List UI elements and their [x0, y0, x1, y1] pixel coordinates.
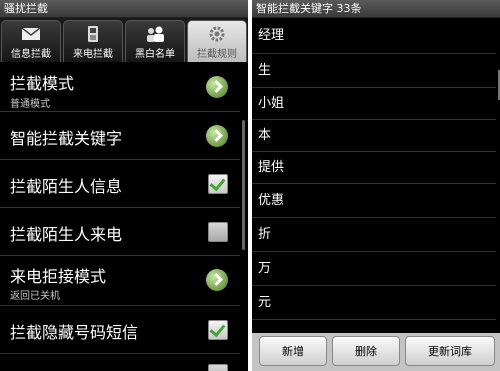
tab-block-rules[interactable]: 拦截规则 [187, 20, 247, 62]
setting-block-mode[interactable]: 拦截模式 普通模式 [0, 62, 240, 112]
tab-call-block[interactable]: 来电拦截 [63, 20, 123, 62]
chevron-right-icon[interactable] [206, 76, 228, 98]
setting-title: 拦截陌生人信息 [10, 177, 123, 196]
setting-title: 智能拦截关键字 [10, 129, 123, 148]
keyword-item[interactable]: 小姐 [252, 88, 496, 120]
keyword-item[interactable]: 本 [252, 120, 496, 152]
tab-message-block[interactable]: 信息拦截 [1, 20, 61, 62]
status-bar: 智能拦截关键字 33条 [252, 0, 500, 18]
update-dictionary-button[interactable]: 更新词库 [405, 336, 495, 366]
setting-title: 拦截陌生人来电 [10, 225, 123, 244]
delete-button[interactable]: 删除 [332, 336, 400, 366]
setting-title: 来电拒接模式 [10, 267, 107, 286]
envelope-icon [21, 27, 41, 40]
chevron-right-icon[interactable] [206, 269, 228, 291]
checkbox-unchecked[interactable] [208, 222, 228, 242]
keyword-item[interactable]: 折 [252, 218, 496, 252]
setting-reject-mode[interactable]: 来电拒接模式 返回已关机 [0, 256, 240, 306]
setting-block-hidden-sms[interactable]: 拦截隐藏号码短信 [0, 306, 240, 354]
keyword-item[interactable]: 优惠 [252, 184, 496, 218]
tab-bar: 信息拦截 来电拦截 黑白名单 拦截规则 [0, 18, 248, 62]
settings-list: 拦截模式 普通模式 智能拦截关键字 拦截陌生人信息 拦截陌生人来电 来电拒接模式… [0, 62, 240, 371]
setting-subtitle: 返回已关机 [10, 291, 60, 302]
phone-icon [88, 26, 98, 42]
tab-label: 来电拦截 [73, 49, 113, 60]
right-screen: 智能拦截关键字 33条 经理 生 小姐 本 提供 优惠 折 万 元 新增 删除 … [252, 0, 500, 371]
setting-block-stranger-call[interactable]: 拦截陌生人来电 [0, 208, 240, 256]
gear-icon [209, 26, 225, 42]
left-screen: 骚扰拦截 信息拦截 来电拦截 黑白名单 拦截规则 拦截模式 普通模式 智能拦截关… [0, 0, 248, 371]
tab-label: 拦截规则 [197, 49, 237, 60]
checkbox-partial [208, 364, 228, 371]
setting-smart-keywords[interactable]: 智能拦截关键字 [0, 112, 240, 160]
tab-label: 黑白名单 [135, 49, 175, 60]
checkbox-checked[interactable] [208, 174, 228, 194]
add-button[interactable]: 新增 [259, 336, 327, 366]
setting-block-stranger-sms[interactable]: 拦截陌生人信息 [0, 160, 240, 208]
keyword-item[interactable]: 经理 [252, 18, 496, 54]
scrollbar[interactable] [242, 120, 245, 250]
checkbox-checked[interactable] [208, 320, 228, 340]
setting-title: 拦截模式 [10, 74, 75, 93]
setting-title: 拦截隐藏号码短信 [10, 323, 139, 342]
setting-row-partial [0, 354, 240, 371]
setting-subtitle: 普通模式 [10, 99, 50, 110]
keyword-item[interactable]: 万 [252, 252, 496, 286]
status-bar: 骚扰拦截 [0, 0, 248, 18]
keyword-item[interactable]: 元 [252, 286, 496, 320]
keyword-item[interactable]: 生 [252, 54, 496, 88]
tab-label: 信息拦截 [11, 49, 51, 60]
tab-black-white-list[interactable]: 黑白名单 [125, 20, 185, 62]
keyword-item[interactable]: 提供 [252, 152, 496, 184]
bottom-toolbar: 新增 删除 更新词库 [252, 333, 500, 371]
contacts-icon [147, 26, 164, 42]
chevron-right-icon[interactable] [206, 125, 228, 147]
